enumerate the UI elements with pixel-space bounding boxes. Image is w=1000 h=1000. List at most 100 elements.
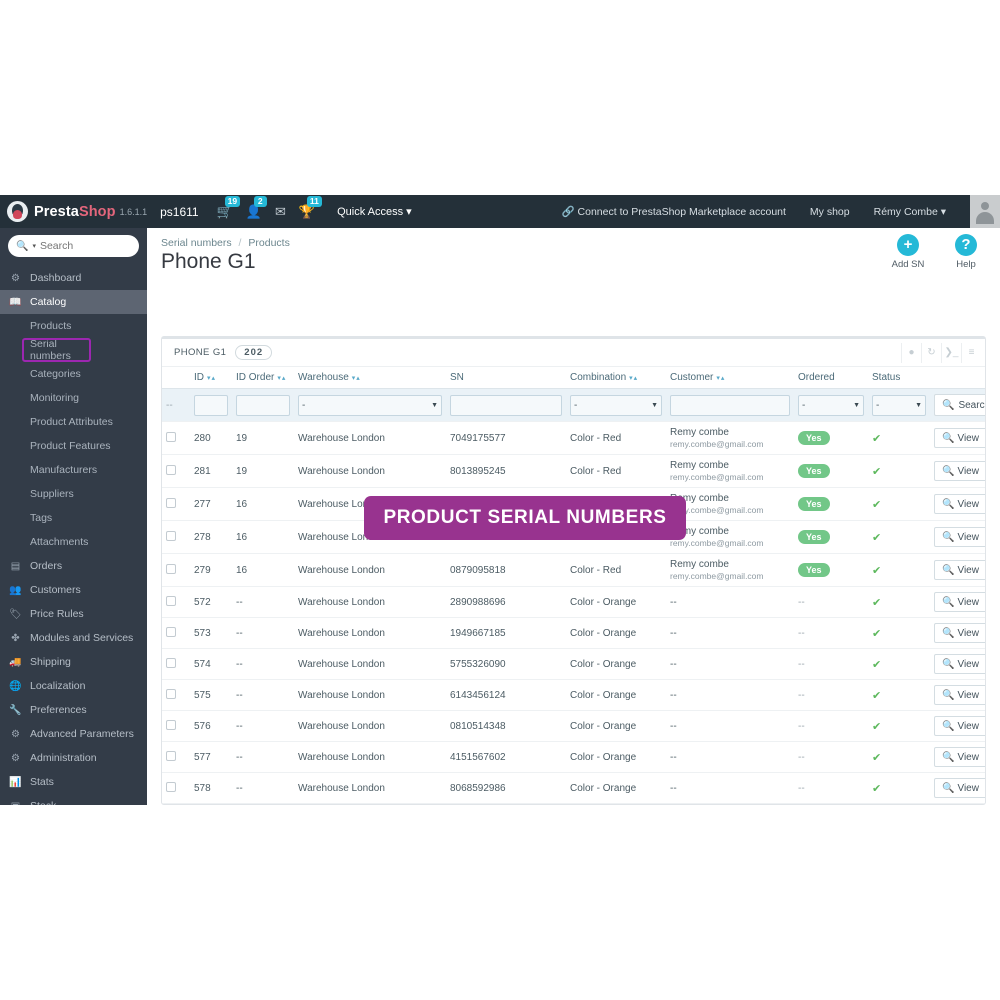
sort-icon[interactable]: ▾▴	[207, 375, 216, 382]
view-button[interactable]: 🔍View▼	[934, 494, 985, 514]
view-button[interactable]: 🔍View▼	[934, 747, 985, 767]
row-checkbox[interactable]	[166, 657, 176, 668]
column-warehouse[interactable]: Warehouse ▾▴	[294, 367, 446, 389]
table-row[interactable]: 279 16 Warehouse London 0879095818 Color - R…	[162, 553, 985, 587]
filter-ordered-select[interactable]: - ▼	[798, 394, 864, 416]
search-input[interactable]	[39, 240, 131, 252]
row-checkbox[interactable]	[166, 563, 176, 574]
sidebar-item-categories[interactable]: Categories	[0, 362, 147, 386]
sidebar-item-attachments[interactable]: Attachments	[0, 530, 147, 554]
view-button[interactable]: 🔍View▼	[934, 716, 985, 736]
view-button-main[interactable]: 🔍 View	[935, 624, 985, 642]
sidebar-item-localization[interactable]: 🌐 Localization	[0, 674, 147, 698]
row-checkbox[interactable]	[166, 595, 176, 606]
column-id-order[interactable]: ID Order ▾▴	[232, 367, 294, 389]
view-button-main[interactable]: 🔍 View	[935, 717, 985, 735]
sidebar-item-suppliers[interactable]: Suppliers	[0, 482, 147, 506]
filter-customer-input[interactable]	[670, 394, 790, 416]
refresh-icon[interactable]: ↻	[921, 342, 941, 363]
cart-icon[interactable]: 🛒 19	[217, 196, 241, 218]
view-button[interactable]: 🔍View▼	[934, 592, 985, 612]
view-button[interactable]: 🔍View▼	[934, 654, 985, 674]
view-button[interactable]: 🔍View▼	[934, 623, 985, 643]
filter-warehouse-select[interactable]: - ▼	[298, 394, 442, 416]
row-checkbox[interactable]	[166, 530, 176, 541]
sort-icon[interactable]: ▾▴	[629, 375, 638, 382]
table-row[interactable]: 579--Warehouse London8191324014Color - O…	[162, 803, 985, 804]
table-row[interactable]: 572 -- Warehouse London 2890988696 Color - O…	[162, 586, 985, 618]
column-id[interactable]: ID ▾▴	[190, 367, 232, 389]
prestashop-logo[interactable]	[0, 201, 34, 222]
help-button[interactable]: ? Help	[946, 234, 986, 270]
row-checkbox[interactable]	[166, 497, 176, 508]
sidebar-item-product-attributes[interactable]: Product Attributes	[0, 410, 147, 434]
breadcrumb-current[interactable]: Products	[248, 237, 289, 249]
row-checkbox[interactable]	[166, 431, 176, 442]
my-shop-link[interactable]: My shop	[810, 206, 850, 218]
breadcrumb-parent[interactable]: Serial numbers	[161, 237, 232, 249]
view-button-main[interactable]: 🔍 View	[935, 593, 985, 611]
add-sn-button[interactable]: + Add SN	[888, 234, 928, 270]
table-row[interactable]: 578 -- Warehouse London 8068592986 Color - O…	[162, 772, 985, 804]
sidebar-item-orders[interactable]: ▤ Orders	[0, 554, 147, 578]
view-button[interactable]: 🔍View▼	[934, 778, 985, 798]
sidebar-item-products[interactable]: Products	[0, 314, 147, 338]
column-combination[interactable]: Combination ▾▴	[566, 367, 666, 389]
sidebar-item-serial-numbers[interactable]: Serial numbers	[22, 338, 91, 362]
sidebar-item-stats[interactable]: 📊 Stats	[0, 770, 147, 794]
view-button-main[interactable]: 🔍 View	[935, 528, 985, 546]
chevron-down-icon[interactable]: ▾	[32, 242, 36, 250]
sidebar-item-price-rules[interactable]: 🏷 Price Rules	[0, 602, 147, 626]
row-checkbox[interactable]	[166, 688, 176, 699]
view-button-main[interactable]: 🔍 View	[935, 429, 985, 447]
view-button-main[interactable]: 🔍 View	[935, 561, 985, 579]
view-button-main[interactable]: 🔍 View	[935, 779, 985, 797]
row-checkbox[interactable]	[166, 781, 176, 792]
export-icon[interactable]: ●	[901, 342, 921, 363]
trophy-icon[interactable]: 🏆 11	[299, 196, 322, 218]
sort-icon[interactable]: ▾▴	[277, 375, 286, 382]
envelope-icon[interactable]: ✉	[275, 205, 286, 218]
filter-combination-select[interactable]: - ▼	[570, 394, 662, 416]
employee-menu[interactable]: Rémy Combe ▾	[874, 206, 946, 218]
table-row[interactable]: 574 -- Warehouse London 5755326090 Color - O…	[162, 648, 985, 680]
table-row[interactable]: 573 -- Warehouse London 1949667185 Color - O…	[162, 617, 985, 649]
column-customer[interactable]: Customer ▾▴	[666, 367, 794, 389]
avatar[interactable]	[970, 195, 1000, 228]
marketplace-link[interactable]: 🔗 Connect to PrestaShop Marketplace acco…	[562, 205, 786, 218]
view-button-main[interactable]: 🔍 View	[935, 686, 985, 704]
view-button-main[interactable]: 🔍 View	[935, 495, 985, 513]
row-checkbox[interactable]	[166, 750, 176, 761]
sort-icon[interactable]: ▾▴	[352, 375, 361, 382]
table-row[interactable]: 281 19 Warehouse London 8013895245 Color - R…	[162, 454, 985, 488]
sort-icon[interactable]: ▾▴	[716, 375, 725, 382]
view-button[interactable]: 🔍View▼	[934, 428, 985, 448]
sidebar-item-stock[interactable]: ▣ Stock	[0, 794, 147, 805]
search-button[interactable]: 🔍Search	[934, 394, 985, 416]
sidebar-item-modules-and-services[interactable]: ✤ Modules and Services	[0, 626, 147, 650]
table-row[interactable]: 576 -- Warehouse London 0810514348 Color - O…	[162, 710, 985, 742]
sidebar-item-shipping[interactable]: 🚚 Shipping	[0, 650, 147, 674]
view-button[interactable]: 🔍View▼	[934, 685, 985, 705]
table-row[interactable]: 575 -- Warehouse London 6143456124 Color - O…	[162, 679, 985, 711]
table-row[interactable]: 577 -- Warehouse London 4151567602 Color - O…	[162, 741, 985, 773]
sql-console-icon[interactable]: ❯_	[941, 342, 961, 363]
sidebar-item-tags[interactable]: Tags	[0, 506, 147, 530]
view-button-main[interactable]: 🔍 View	[935, 655, 985, 673]
table-row[interactable]: 280 19 Warehouse London 7049175577 Color - R…	[162, 421, 985, 455]
row-checkbox[interactable]	[166, 719, 176, 730]
sidebar-item-administration[interactable]: ⚙ Administration	[0, 746, 147, 770]
sidebar-item-customers[interactable]: 👥 Customers	[0, 578, 147, 602]
quick-access-menu[interactable]: Quick Access ▾	[337, 205, 412, 218]
filter-id-order-input[interactable]	[236, 394, 290, 416]
sidebar-item-manufacturers[interactable]: Manufacturers	[0, 458, 147, 482]
row-checkbox[interactable]	[166, 464, 176, 475]
view-button-main[interactable]: 🔍 View	[935, 748, 985, 766]
filter-id-input[interactable]	[194, 394, 228, 416]
view-button[interactable]: 🔍View▼	[934, 527, 985, 547]
show-sql-query-icon[interactable]: ≡	[961, 342, 981, 363]
view-button[interactable]: 🔍View▼	[934, 560, 985, 580]
sidebar-item-advanced-parameters[interactable]: ⚙ Advanced Parameters	[0, 722, 147, 746]
filter-sn-input[interactable]	[450, 394, 562, 416]
sidebar-item-dashboard[interactable]: ⚙ Dashboard	[0, 266, 147, 290]
